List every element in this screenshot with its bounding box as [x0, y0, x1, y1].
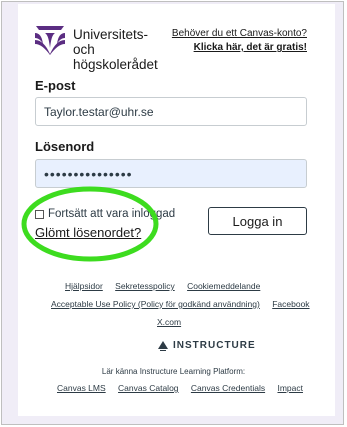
password-field[interactable]: •••••••••••••••	[35, 159, 307, 188]
footer-links-row2: Acceptable Use Policy (Policy för godkän…	[46, 299, 315, 309]
instructure-wordmark: INSTRUCTURE	[173, 340, 256, 351]
footer-links-row1: Hjälpsidor Sekretesspolicy Cookiemeddela…	[60, 281, 265, 291]
footer-links-row3: X.com	[152, 317, 186, 327]
brand-logo: Universitets- och högskolerådet	[33, 22, 173, 72]
email-label: E-post	[35, 78, 76, 93]
brand-name-line2: högskolerådet	[73, 57, 158, 72]
instructure-logo: INSTRUCTURE	[158, 340, 256, 351]
footer-link-x[interactable]: X.com	[157, 317, 181, 327]
footer-link-impact[interactable]: Impact	[277, 383, 303, 393]
brand-name-line1: Universitets- och	[73, 27, 149, 57]
signup-action-link[interactable]: Klicka här, det är gratis!	[194, 42, 307, 53]
footer-link-privacy[interactable]: Sekretesspolicy	[115, 281, 175, 291]
password-label: Lösenord	[35, 139, 95, 154]
footer-link-canvas-credentials[interactable]: Canvas Credentials	[191, 383, 265, 393]
highlight-circle-annotation	[21, 186, 159, 262]
footer-link-canvas-catalog[interactable]: Canvas Catalog	[118, 383, 178, 393]
footer-link-facebook[interactable]: Facebook	[272, 299, 309, 309]
footer-link-help[interactable]: Hjälpsidor	[65, 281, 103, 291]
email-field[interactable]: Taylor.testar@uhr.se	[35, 97, 307, 126]
footer-link-aup[interactable]: Acceptable Use Policy (Policy för godkän…	[51, 299, 260, 309]
login-button[interactable]: Logga in	[208, 207, 307, 235]
platform-intro: Lär känna Instructure Learning Platform:	[101, 367, 246, 376]
signup-prompt: Behöver du ett Canvas-konto? Klicka här,…	[172, 27, 307, 55]
instructure-icon	[158, 340, 168, 351]
brand-name: Universitets- och högskolerådet	[73, 27, 173, 72]
signup-question-link[interactable]: Behöver du ett Canvas-konto?	[172, 28, 307, 39]
footer-link-cookies[interactable]: Cookiemeddelande	[187, 281, 260, 291]
footer-link-canvas-lms[interactable]: Canvas LMS	[57, 383, 106, 393]
uhr-logo-icon	[35, 26, 65, 55]
footer-links-row4: Canvas LMS Canvas Catalog Canvas Credent…	[52, 383, 308, 393]
